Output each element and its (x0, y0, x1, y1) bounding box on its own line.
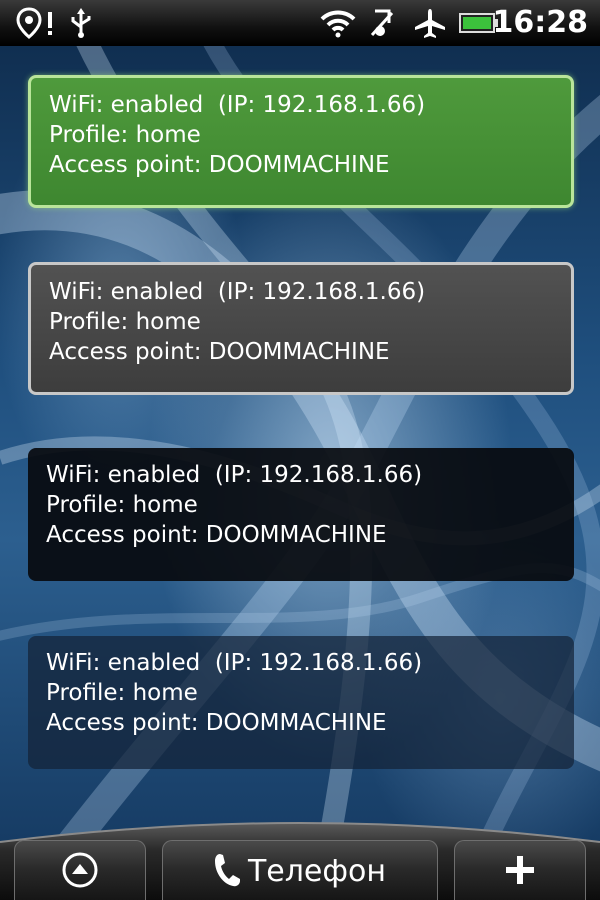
app-drawer-button[interactable] (14, 840, 146, 900)
profile-line: Profile: home (49, 122, 201, 148)
dock: Телефон (0, 812, 600, 900)
access-point-line: Access point: DOOMMACHINE (46, 710, 387, 736)
add-button[interactable] (454, 840, 586, 900)
wifi-status-line: WiFi: enabled (IP: 192.168.1.66) (49, 92, 426, 118)
profile-line: Profile: home (46, 680, 198, 706)
profile-line: Profile: home (49, 309, 201, 335)
profile-line: Profile: home (46, 492, 198, 518)
airplane-icon (412, 6, 448, 40)
wifi-widget-translucent[interactable]: WiFi: enabled (IP: 192.168.1.66) Profile… (28, 636, 574, 769)
wifi-status-line: WiFi: enabled (IP: 192.168.1.66) (46, 650, 423, 676)
wifi-widget-green[interactable]: WiFi: enabled (IP: 192.168.1.66) Profile… (28, 75, 574, 208)
wifi-icon (318, 6, 358, 40)
phone-label: Телефон (247, 854, 387, 889)
vibrate-off-icon (368, 6, 396, 40)
phone-icon (214, 852, 242, 892)
access-point-line: Access point: DOOMMACHINE (49, 339, 390, 365)
status-time: 16:28 (492, 5, 589, 40)
phone-button[interactable]: Телефон (162, 840, 438, 900)
wifi-status-line: WiFi: enabled (IP: 192.168.1.66) (49, 279, 426, 305)
access-point-line: Access point: DOOMMACHINE (46, 522, 387, 548)
access-point-line: Access point: DOOMMACHINE (49, 152, 390, 178)
wifi-widget-black[interactable]: WiFi: enabled (IP: 192.168.1.66) Profile… (28, 448, 574, 581)
status-bar: 16:28 (0, 0, 600, 46)
location-pin-icon (14, 6, 44, 40)
wifi-widget-gray[interactable]: WiFi: enabled (IP: 192.168.1.66) Profile… (28, 262, 574, 395)
plus-icon (503, 853, 537, 891)
home-screen: 16:28 WiFi: enabled (IP: 192.168.1.66) P… (0, 0, 600, 900)
usb-icon (66, 6, 96, 40)
wifi-status-line: WiFi: enabled (IP: 192.168.1.66) (46, 462, 423, 488)
chevron-up-circle-icon (60, 850, 100, 894)
alert-icon (44, 6, 56, 40)
